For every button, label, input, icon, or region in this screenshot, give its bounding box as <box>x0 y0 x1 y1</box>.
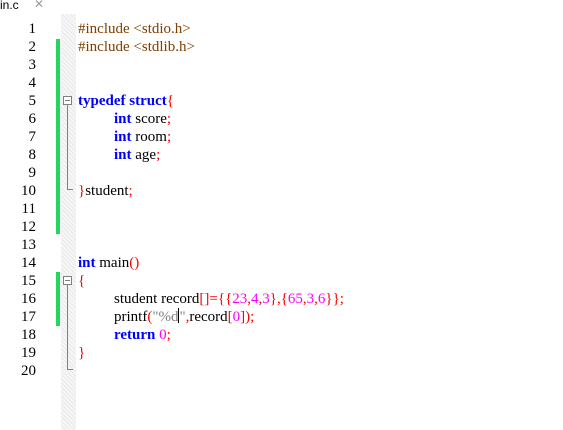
operator: } <box>78 345 86 361</box>
code-line-18: return 0; <box>114 326 171 344</box>
line-number: 9 <box>28 165 37 181</box>
number: 65 <box>287 291 303 307</box>
operator: ; <box>166 327 171 343</box>
line-number: 17 <box>21 309 36 325</box>
change-marker <box>56 272 60 326</box>
fold-toggle-icon[interactable] <box>63 276 72 285</box>
line-number: 20 <box>21 363 36 379</box>
fold-guide <box>67 285 68 369</box>
line-number: 8 <box>28 147 37 163</box>
tab-bar: in.c ✕ <box>0 0 563 14</box>
line-number: 5 <box>28 93 37 109</box>
code-line-7: int room; <box>114 128 171 146</box>
operator: { <box>166 93 174 109</box>
operator: ; <box>166 129 172 145</box>
code-line-6: int score; <box>114 110 171 128</box>
identifier: student record <box>114 291 200 307</box>
identifier: score <box>131 111 167 127</box>
preprocessor: #include <box>78 39 130 55</box>
code-editor[interactable]: 1 2 3 4 5 6 7 8 9 10 11 12 13 14 15 16 1… <box>0 14 563 430</box>
change-marker <box>56 39 60 56</box>
file-tab-label: in.c <box>0 0 19 12</box>
code-line-16: student record[]={{23,4,3},{65,3,6}}; <box>114 290 344 308</box>
keyword: return <box>114 327 156 343</box>
line-number: 3 <box>28 57 37 73</box>
keyword: int <box>78 255 96 271</box>
identifier: age <box>131 147 157 163</box>
line-number-gutter: 1 2 3 4 5 6 7 8 9 10 11 12 13 14 15 16 1… <box>0 14 55 430</box>
line-number: 18 <box>21 327 36 343</box>
string-literal: "%d <box>152 309 179 325</box>
operator: () <box>129 255 140 271</box>
line-number: 7 <box>28 129 37 145</box>
fold-end-marker <box>67 189 73 190</box>
line-number: 11 <box>21 201 36 217</box>
line-number: 13 <box>21 237 36 253</box>
file-tab[interactable]: in.c ✕ <box>0 0 52 14</box>
keyword: int <box>114 111 132 127</box>
identifier: room <box>131 129 167 145</box>
number: 23 <box>232 291 248 307</box>
preprocessor: #include <box>78 21 130 37</box>
keyword: struct <box>129 93 167 109</box>
line-number: 1 <box>28 21 37 37</box>
line-number: 19 <box>21 345 36 361</box>
identifier: main <box>95 255 130 271</box>
code-line-14: int main() <box>78 254 139 272</box>
number: 0 <box>155 327 167 343</box>
fold-end-marker <box>67 369 73 370</box>
operator: }}; <box>325 291 344 307</box>
close-icon[interactable]: ✕ <box>34 0 44 11</box>
fold-margin <box>61 14 76 430</box>
include-path: <stdlib.h> <box>129 39 195 55</box>
keyword: int <box>114 129 132 145</box>
identifier: student <box>85 183 129 199</box>
line-number: 6 <box>28 111 37 127</box>
operator: ; <box>166 111 172 127</box>
code-line-17: printf("%d",record[0]); <box>114 308 254 326</box>
code-line-10: }student; <box>78 182 133 200</box>
keyword: typedef <box>78 93 126 109</box>
identifier: printf <box>114 309 148 325</box>
operator: { <box>78 273 86 289</box>
line-number: 2 <box>28 39 37 55</box>
line-number: 15 <box>21 273 36 289</box>
change-marker <box>56 56 60 234</box>
line-number: 16 <box>21 291 36 307</box>
code-line-5: typedef struct{ <box>78 92 174 110</box>
operator: ; <box>156 147 161 163</box>
operator: },{ <box>269 291 288 307</box>
line-number: 10 <box>21 183 36 199</box>
code-line-1: #include <stdio.h> <box>78 20 191 38</box>
line-number: 4 <box>28 75 37 91</box>
fold-guide <box>67 105 68 189</box>
number: 4 <box>251 291 259 307</box>
line-number: 14 <box>21 255 36 271</box>
operator: ; <box>128 183 133 199</box>
operator: ]); <box>240 309 255 325</box>
fold-toggle-icon[interactable] <box>63 96 72 105</box>
identifier: record <box>189 309 228 325</box>
code-line-19: } <box>78 344 85 362</box>
code-line-2: #include <stdlib.h> <box>78 38 195 56</box>
include-path: <stdio.h> <box>129 21 191 37</box>
code-line-15: { <box>78 272 85 290</box>
operator: []={{ <box>199 291 233 307</box>
code-line-8: int age; <box>114 146 160 164</box>
keyword: int <box>114 147 132 163</box>
number: 3 <box>262 291 270 307</box>
line-number: 12 <box>21 219 36 235</box>
